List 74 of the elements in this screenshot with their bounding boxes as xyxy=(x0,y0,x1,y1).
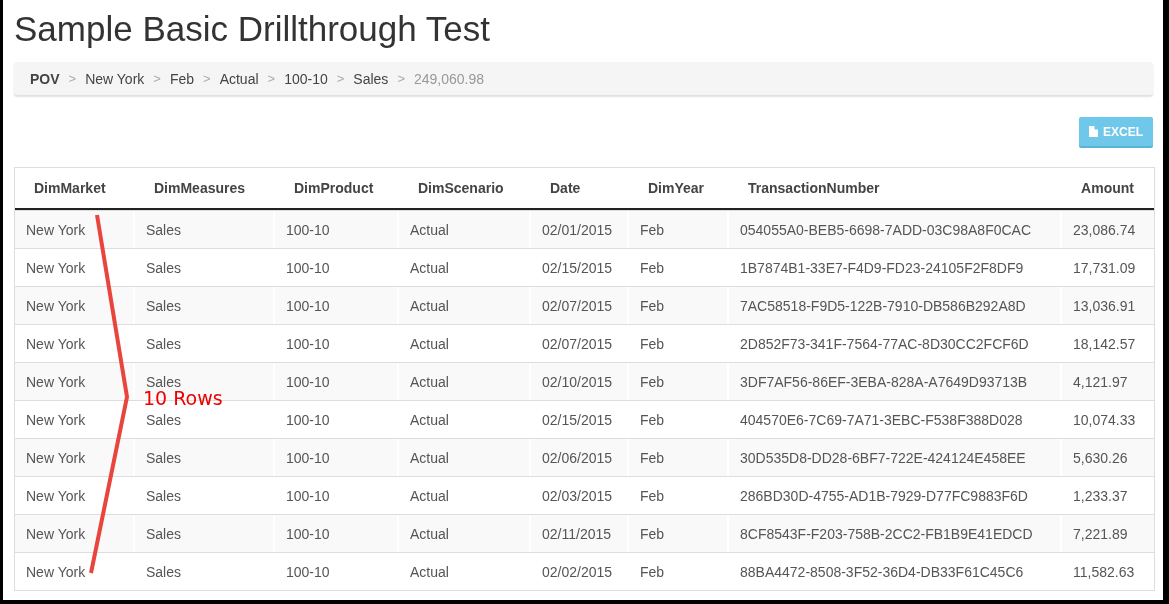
table-cell: Feb xyxy=(627,515,727,552)
table-cell: Actual xyxy=(397,363,529,400)
table-cell: Feb xyxy=(627,363,727,400)
table-cell-text: New York xyxy=(25,524,87,544)
breadcrumb-separator: > xyxy=(67,71,78,86)
table-cell: 02/02/2015 xyxy=(529,553,627,590)
table-cell: 5,630.26 xyxy=(1060,439,1154,476)
table-cell: 02/07/2015 xyxy=(529,287,627,324)
column-header[interactable]: DimYear xyxy=(627,168,727,208)
column-header[interactable]: DimMarket xyxy=(15,168,133,208)
document-icon xyxy=(1089,126,1098,137)
table-cell-text: New York xyxy=(25,334,87,354)
breadcrumb-separator: > xyxy=(335,71,346,86)
table-cell: 100-10 xyxy=(273,211,397,248)
table-cell-text: New York xyxy=(25,258,87,278)
table-cell: Actual xyxy=(397,439,529,476)
column-header[interactable]: DimScenario xyxy=(397,168,529,208)
table-cell: 88BA4472-8508-3F52-36D4-DB33F61C45C6 xyxy=(727,553,1060,590)
breadcrumb-separator: > xyxy=(266,71,277,86)
table-cell-text: New York xyxy=(25,372,87,392)
table-cell: 02/01/2015 xyxy=(529,211,627,248)
column-header[interactable]: DimMeasures xyxy=(133,168,273,208)
column-header[interactable]: TransactionNumber xyxy=(727,168,1060,208)
breadcrumb-separator: > xyxy=(152,71,162,86)
table-cell: Feb xyxy=(627,211,727,248)
breadcrumb-separator: > xyxy=(396,71,406,86)
table-cell: 8CF8543F-F203-758B-2CC2-FB1B9E41EDCD xyxy=(727,515,1060,552)
table-cell: 02/11/2015 xyxy=(529,515,627,552)
breadcrumb-item[interactable]: New York xyxy=(85,70,145,87)
table-cell: 11,582.63 xyxy=(1060,553,1154,590)
table-cell: Actual xyxy=(397,287,529,324)
table-cell-text: New York xyxy=(25,562,87,582)
table-cell: 7,221.89 xyxy=(1060,515,1154,552)
table-cell-text: New York xyxy=(25,486,87,506)
table-cell: 100-10 xyxy=(273,287,397,324)
table-cell: Feb xyxy=(627,553,727,590)
table-cell-text: New York xyxy=(25,410,87,430)
table-cell: 7AC58518-F9D5-122B-7910-DB586B292A8D xyxy=(727,287,1060,324)
column-header[interactable]: DimProduct xyxy=(273,168,397,208)
table-cell: Sales xyxy=(133,287,273,324)
table-cell: Sales xyxy=(133,211,273,248)
breadcrumb-item[interactable]: 100-10 xyxy=(284,70,328,87)
table-cell-text: New York xyxy=(25,296,87,316)
table-cell: Sales xyxy=(133,553,273,590)
table-cell: 13,036.91 xyxy=(1060,287,1154,324)
table-cell: Feb xyxy=(627,287,727,324)
breadcrumb-item[interactable]: Actual xyxy=(219,70,259,87)
breadcrumb-label[interactable]: POV xyxy=(30,70,60,87)
column-header[interactable]: Amount xyxy=(1060,168,1154,208)
table-cell: 100-10 xyxy=(273,553,397,590)
table-cell: Feb xyxy=(627,439,727,476)
table-cell: Actual xyxy=(397,515,529,552)
table-cell: 4,121.97 xyxy=(1060,363,1154,400)
table-cell-text: New York xyxy=(25,220,87,240)
table-cell: 02/10/2015 xyxy=(529,363,627,400)
table-cell: 30D535D8-DD28-6BF7-722E-424124E458EE xyxy=(727,439,1060,476)
breadcrumb-separator: > xyxy=(202,71,212,86)
table-cell: 3DF7AF56-86EF-3EBA-828A-A7649D93713B xyxy=(727,363,1060,400)
table-cell: 054055A0-BEB5-6698-7ADD-03C98A8F0CAC xyxy=(727,211,1060,248)
table-cell: 100-10 xyxy=(273,515,397,552)
table-cell: 02/06/2015 xyxy=(529,439,627,476)
breadcrumb-item: 249,060.98 xyxy=(413,70,485,87)
page-title: Sample Basic Drillthrough Test xyxy=(14,8,491,49)
table-cell: 100-10 xyxy=(273,439,397,476)
table-cell: Sales xyxy=(133,439,273,476)
table-cell: 100-10 xyxy=(273,363,397,400)
table-cell-text: New York xyxy=(25,448,87,468)
breadcrumb-item[interactable]: Feb xyxy=(169,70,195,87)
column-header[interactable]: Date xyxy=(529,168,627,208)
table-cell: Actual xyxy=(397,553,529,590)
table-cell: 23,086.74 xyxy=(1060,211,1154,248)
table-cell: Actual xyxy=(397,211,529,248)
breadcrumb-item[interactable]: Sales xyxy=(353,70,389,87)
table-cell: Sales xyxy=(133,515,273,552)
